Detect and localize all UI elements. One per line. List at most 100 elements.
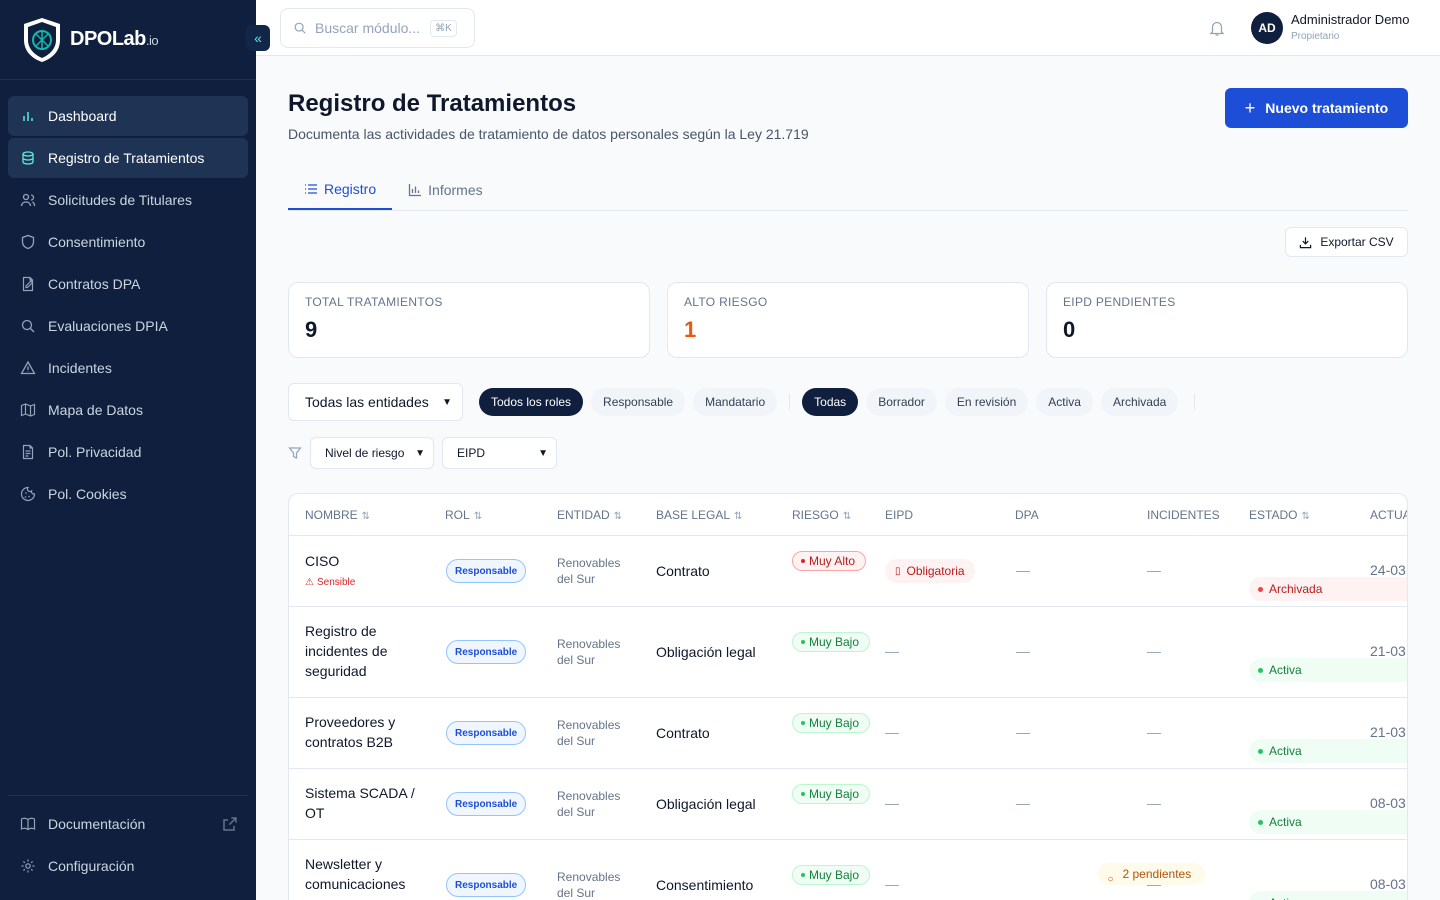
eipd-cell: — xyxy=(885,876,899,892)
sidebar-item-label: Registro de Tratamientos xyxy=(48,150,205,166)
sidebar-item-evaluaciones[interactable]: Evaluaciones DPIA xyxy=(8,306,248,346)
sidebar-item-contratos[interactable]: Contratos DPA xyxy=(8,264,248,304)
role-badge: Responsable xyxy=(446,792,527,816)
chevron-down-icon: ▼ xyxy=(538,447,548,459)
column-label: ESTADO xyxy=(1249,508,1298,522)
chevron-down-icon: ▼ xyxy=(415,447,425,459)
sidebar-item-cookies[interactable]: Pol. Cookies xyxy=(8,474,248,514)
brand-suffix: .io xyxy=(145,33,159,48)
export-csv-button[interactable]: Exportar CSV xyxy=(1285,227,1408,257)
search-icon xyxy=(20,318,36,334)
tab-informes[interactable]: Informes xyxy=(392,170,498,210)
state-chip-borrador[interactable]: Borrador xyxy=(866,388,937,416)
tab-registro[interactable]: Registro xyxy=(288,170,393,210)
state-chip-archivada[interactable]: Archivada xyxy=(1100,388,1179,416)
updated-cell: 21-03 xyxy=(1370,724,1406,740)
new-treatment-button[interactable]: + Nuevo tratamiento xyxy=(1225,88,1408,128)
col-actualizado: ACTUA xyxy=(1370,508,1408,522)
list-icon xyxy=(305,184,317,194)
eipd-select[interactable]: EIPD ▼ xyxy=(442,437,557,469)
stat-value: 0 xyxy=(1063,317,1076,342)
database-icon xyxy=(20,150,36,166)
collapse-sidebar-button[interactable]: « xyxy=(246,25,270,51)
role-chip-mandatario[interactable]: Mandatario xyxy=(693,388,778,416)
sidebar-item-consentimiento[interactable]: Consentimiento xyxy=(8,222,248,262)
sort-icon: ⇅ xyxy=(361,511,371,522)
sidebar: DPOLab.io Dashboard Registro de Tratamie… xyxy=(0,0,256,900)
col-nombre[interactable]: NOMBRE ⇅ xyxy=(305,508,370,522)
eipd-badge: ▯ Obligatoria xyxy=(885,559,975,583)
status-badge: Activa xyxy=(1249,810,1407,834)
sidebar-item-privacidad[interactable]: Pol. Privacidad xyxy=(8,432,248,472)
updated-cell: 08-03 xyxy=(1370,795,1406,811)
document-icon xyxy=(20,444,36,460)
sidebar-item-dashboard[interactable]: Dashboard xyxy=(8,96,248,136)
risk-level-select[interactable]: Nivel de riesgo ▼ xyxy=(310,437,434,469)
sidebar-item-label: Contratos DPA xyxy=(48,276,141,292)
role-chip-all[interactable]: Todos los roles xyxy=(479,388,584,416)
filter-bar-secondary: Nivel de riesgo ▼ EIPD ▼ xyxy=(288,437,557,469)
col-riesgo[interactable]: RIESGO ⇅ xyxy=(792,508,851,522)
sidebar-item-solicitudes[interactable]: Solicitudes de Titulares xyxy=(8,180,248,220)
sidebar-item-mapa[interactable]: Mapa de Datos xyxy=(8,390,248,430)
risk-select-value: Nivel de riesgo xyxy=(325,446,405,460)
map-icon xyxy=(20,402,36,418)
eipd-select-value: EIPD xyxy=(457,446,486,460)
state-chip-all[interactable]: Todas xyxy=(802,388,859,416)
sidebar-item-configuracion[interactable]: Configuración xyxy=(8,846,248,886)
sidebar-item-incidentes[interactable]: Incidentes xyxy=(8,348,248,388)
row-name: CISO ⚠ Sensible xyxy=(305,551,355,593)
table-row[interactable]: Proveedores y contratos B2B Responsable … xyxy=(289,698,1407,769)
col-estado[interactable]: ESTADO ⇅ xyxy=(1249,508,1310,522)
col-entidad[interactable]: ENTIDAD ⇅ xyxy=(557,508,622,522)
bell-icon[interactable] xyxy=(1208,19,1226,37)
sidebar-item-label: Evaluaciones DPIA xyxy=(48,318,168,334)
brand[interactable]: DPOLab.io xyxy=(0,0,256,80)
col-rol[interactable]: ROL ⇅ xyxy=(445,508,482,522)
tabs: Registro Informes xyxy=(288,170,1408,211)
incidents-cell: — xyxy=(1147,562,1161,578)
incidents-cell: — xyxy=(1147,795,1161,811)
sidebar-item-registro[interactable]: Registro de Tratamientos xyxy=(8,138,248,178)
row-name: Registro de incidentes de seguridad xyxy=(305,623,388,679)
avatar[interactable]: AD xyxy=(1251,12,1283,44)
bar-chart-icon xyxy=(20,108,36,124)
entity-cell: Renovables del Sur xyxy=(557,789,621,819)
search-icon xyxy=(294,22,306,34)
sensitive-label: Sensible xyxy=(316,577,356,588)
stat-label: TOTAL TRATAMIENTOS xyxy=(305,295,443,309)
column-label: NOMBRE xyxy=(305,508,358,522)
shortcut-hint: ⌘K xyxy=(430,19,457,37)
col-base-legal[interactable]: BASE LEGAL ⇅ xyxy=(656,508,742,522)
row-name: Sistema SCADA / OT xyxy=(305,785,415,821)
state-chip-activa[interactable]: Activa xyxy=(1036,388,1093,416)
logo-shield-icon xyxy=(24,17,60,62)
entity-select[interactable]: Todas las entidades ▼ xyxy=(288,383,463,421)
risk-badge: Muy Bajo xyxy=(792,865,871,885)
col-eipd: EIPD xyxy=(885,508,914,522)
risk-badge: Muy Alto xyxy=(792,551,867,571)
page-title: Registro de Tratamientos xyxy=(288,90,577,117)
state-chip-revision[interactable]: En revisión xyxy=(944,388,1029,416)
table-row[interactable]: Sistema SCADA / OT Responsable Renovable… xyxy=(289,769,1407,840)
plus-icon: + xyxy=(1244,97,1256,118)
sidebar-item-documentacion[interactable]: Documentación xyxy=(8,804,248,844)
chevrons-left-icon: « xyxy=(254,30,262,46)
divider xyxy=(789,394,791,410)
table-row[interactable]: Newsletter y comunicaciones Responsable … xyxy=(289,840,1407,900)
user-name[interactable]: Administrador Demo xyxy=(1291,12,1410,27)
bar-chart-icon xyxy=(408,184,422,197)
incidents-cell: — xyxy=(1147,876,1161,892)
sort-icon: ⇅ xyxy=(842,511,852,522)
table-row[interactable]: Registro de incidentes de seguridad Resp… xyxy=(289,607,1407,698)
search-input[interactable]: Buscar módulo... ⌘K xyxy=(280,8,475,48)
entity-select-value: Todas las entidades xyxy=(305,394,429,410)
updated-cell: 08-03 xyxy=(1370,876,1406,892)
risk-badge: Muy Bajo xyxy=(792,632,871,652)
tab-label: Registro xyxy=(324,181,377,197)
contract-icon xyxy=(20,276,36,292)
eipd-cell: — xyxy=(885,724,899,740)
table-row[interactable]: CISO ⚠ Sensible Responsable Renovables de… xyxy=(289,536,1407,607)
role-chip-responsable[interactable]: Responsable xyxy=(591,388,686,416)
status-badge: Activa xyxy=(1249,739,1407,763)
